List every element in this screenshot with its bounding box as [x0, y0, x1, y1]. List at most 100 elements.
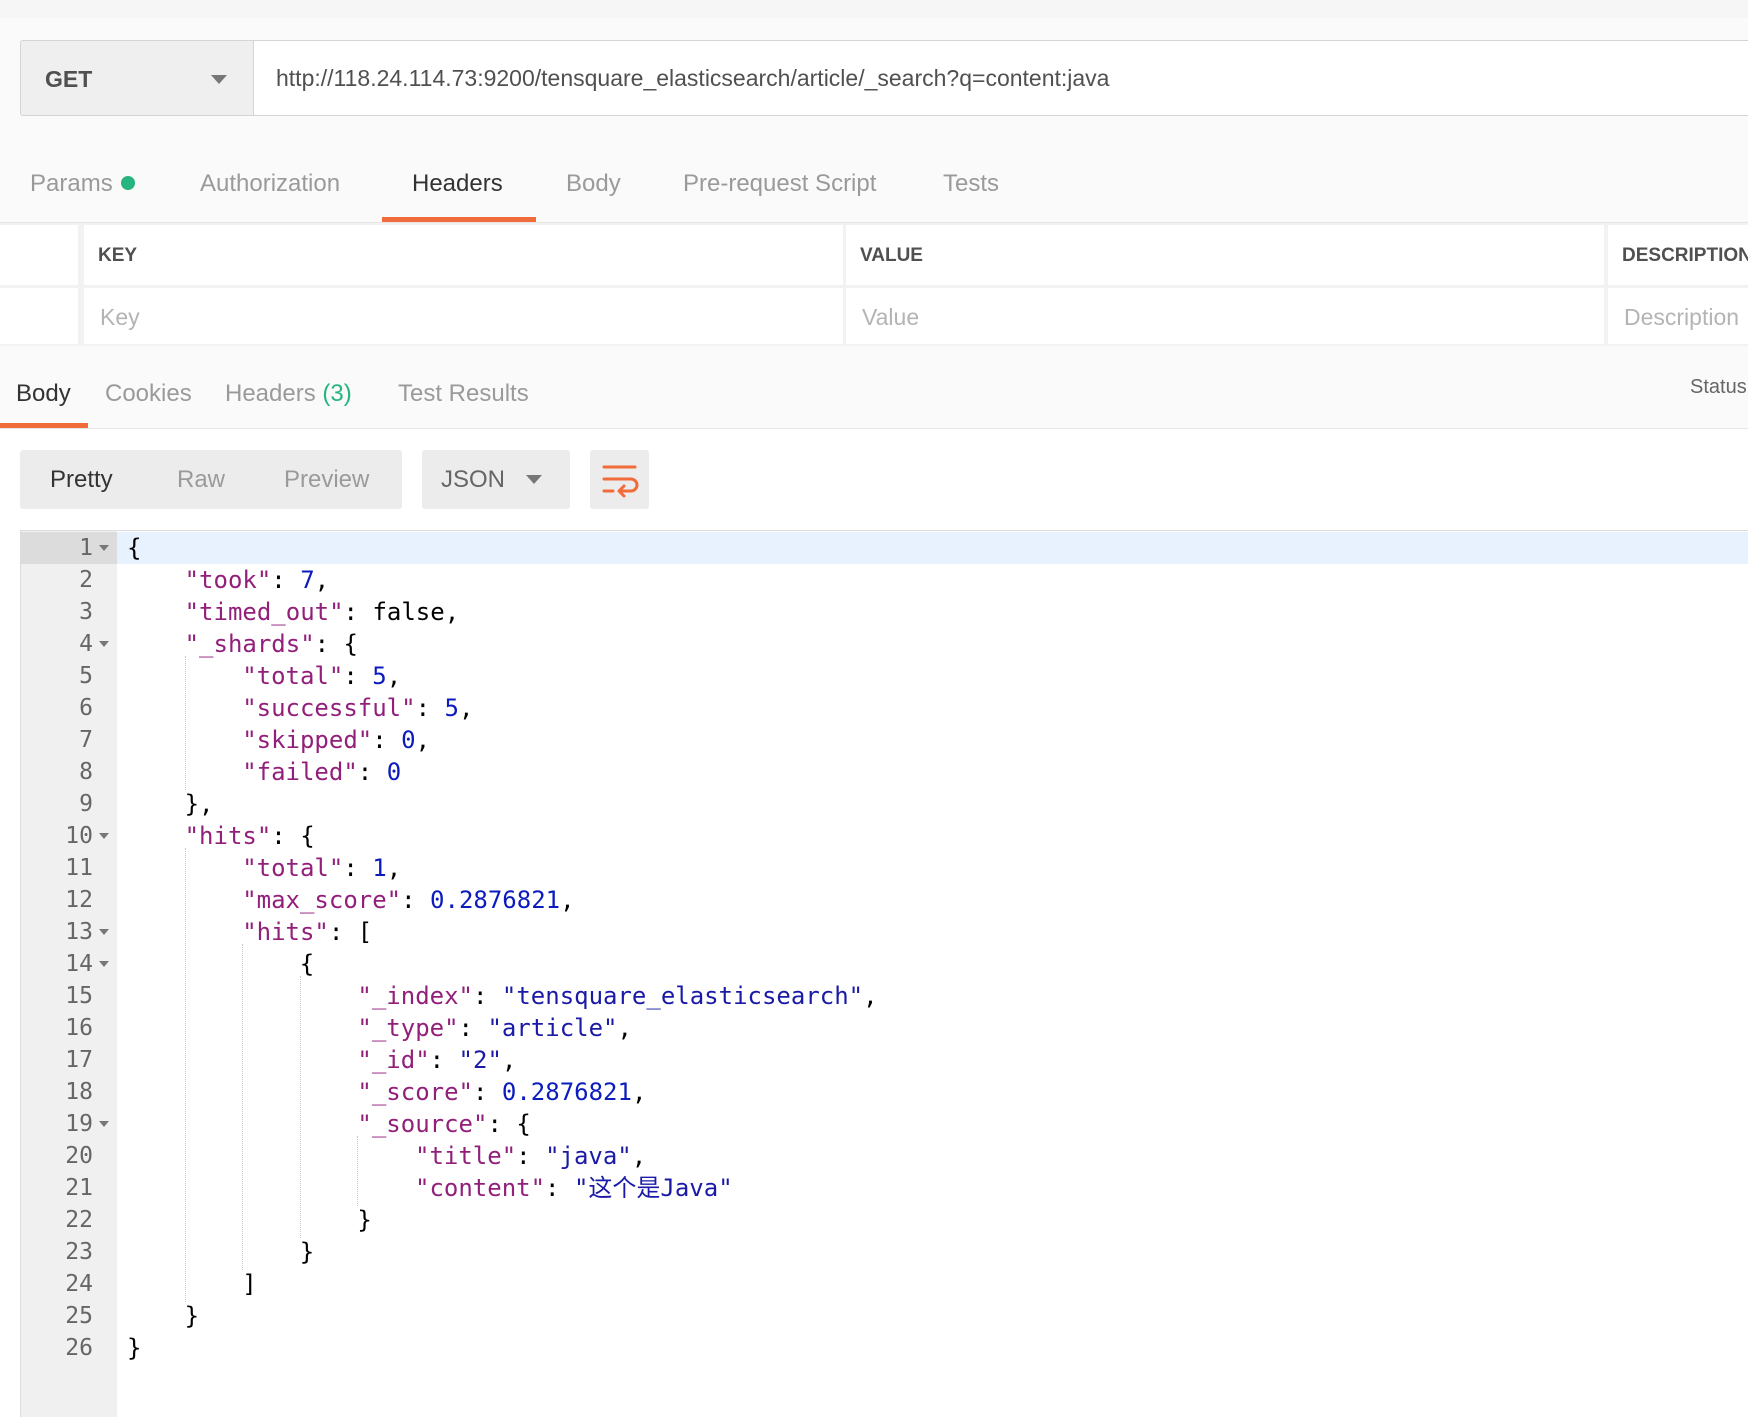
code-token: 5	[444, 694, 459, 722]
view-mode-group: Pretty Raw Preview	[20, 450, 402, 509]
wrap-lines-icon	[602, 465, 639, 498]
value-input[interactable]: Value	[846, 288, 1604, 344]
tab-pre-request-script[interactable]: Pre-request Script	[683, 170, 876, 198]
view-pretty-button[interactable]: Pretty	[50, 450, 113, 509]
code-token: : {	[271, 822, 315, 850]
code-text: "hits": [	[242, 916, 372, 948]
code-token: ,	[863, 982, 878, 1010]
key-input[interactable]: Key	[84, 288, 843, 344]
code-token: 5	[372, 662, 387, 690]
request-tabs: Params Authorization Headers Body Pre-re…	[0, 140, 1748, 223]
chevron-down-icon	[526, 475, 542, 484]
view-preview-button[interactable]: Preview	[284, 450, 369, 509]
code-token: ,	[458, 694, 474, 722]
code-token: :	[372, 726, 402, 754]
wrap-lines-button[interactable]	[590, 450, 649, 509]
method-dropdown[interactable]: GET	[20, 40, 253, 116]
code-token: :	[357, 758, 387, 786]
code-token: "hits"	[184, 822, 272, 850]
tab-authorization[interactable]: Authorization	[200, 170, 340, 198]
code-token: ,	[415, 726, 431, 754]
code-token: : {	[487, 1110, 531, 1138]
code-line: 23}	[21, 1236, 1748, 1268]
code-token: }	[184, 1302, 200, 1330]
code-token: "2"	[458, 1046, 502, 1074]
code-token: },	[184, 790, 214, 818]
code-text: "took": 7,	[185, 564, 330, 596]
code-token: "skipped"	[242, 726, 373, 754]
code-token: "took"	[184, 566, 272, 594]
code-line: 20 "title": "java",	[21, 1140, 1748, 1172]
tab-params[interactable]: Params	[30, 170, 135, 198]
code-token: ,	[631, 1142, 647, 1170]
tab-body[interactable]: Body	[566, 170, 621, 198]
view-raw-button[interactable]: Raw	[177, 450, 225, 509]
line-number: 13	[65, 919, 93, 945]
line-number: 4	[79, 631, 93, 657]
code-line: 11 "total": 1,	[21, 852, 1748, 884]
code-line: 9},	[21, 788, 1748, 820]
tab-response-headers[interactable]: Headers (3)	[225, 380, 352, 408]
code-text: "skipped": 0,	[242, 724, 430, 756]
code-line: 24]	[21, 1268, 1748, 1300]
code-line: 8 "failed": 0	[21, 756, 1748, 788]
fold-arrow-icon[interactable]	[99, 641, 109, 647]
description-input[interactable]: Description	[1608, 288, 1748, 344]
code-token: :	[516, 1142, 546, 1170]
tab-test-results[interactable]: Test Results	[398, 380, 529, 408]
code-token: {	[127, 534, 142, 562]
tab-headers[interactable]: Headers	[412, 170, 503, 198]
tab-response-body[interactable]: Body	[16, 380, 71, 408]
method-label: GET	[45, 66, 93, 92]
fold-arrow-icon[interactable]	[99, 1121, 109, 1127]
url-input[interactable]: http://118.24.114.73:9200/tensquare_elas…	[253, 40, 1748, 116]
code-text: "total": 1,	[242, 852, 401, 884]
code-token: 0	[386, 758, 402, 786]
code-line: 16 "_type": "article",	[21, 1012, 1748, 1044]
code-token: "title"	[415, 1142, 517, 1170]
code-token: "article"	[487, 1014, 618, 1042]
tab-response-cookies[interactable]: Cookies	[105, 380, 192, 408]
code-token: 7	[300, 566, 315, 594]
tab-response-headers-label: Headers	[225, 380, 316, 407]
fold-arrow-icon[interactable]	[99, 833, 109, 839]
fold-arrow-icon[interactable]	[99, 545, 109, 551]
code-token: 0	[401, 726, 416, 754]
code-text: "total": 5,	[242, 660, 401, 692]
code-line: 6 "successful": 5,	[21, 692, 1748, 724]
line-number: 15	[65, 983, 93, 1009]
line-number: 9	[79, 791, 93, 817]
code-line: 12 "max_score": 0.2876821,	[21, 884, 1748, 916]
row-checkbox-cell[interactable]	[0, 288, 78, 344]
code-token: :	[458, 1014, 488, 1042]
line-number: 18	[65, 1079, 93, 1105]
table-header-spacer	[0, 225, 78, 285]
line-number: 24	[65, 1271, 93, 1297]
code-text: ]	[242, 1268, 256, 1300]
top-strip	[0, 0, 1748, 19]
line-number: 3	[79, 599, 93, 625]
line-number: 19	[65, 1111, 93, 1137]
code-token: :	[472, 1078, 502, 1106]
response-tabs: Body Cookies Headers (3) Test Results St…	[0, 346, 1748, 429]
code-token: "_index"	[357, 982, 473, 1010]
code-token: :	[429, 1046, 459, 1074]
code-token: "_type"	[357, 1014, 459, 1042]
active-response-tab-underline	[0, 423, 88, 428]
fold-arrow-icon[interactable]	[99, 961, 109, 967]
params-indicator-dot-icon	[120, 176, 135, 190]
code-text: "title": "java",	[415, 1140, 646, 1172]
code-token: "_source"	[357, 1110, 488, 1138]
code-token: ]	[242, 1270, 257, 1298]
fold-arrow-icon[interactable]	[99, 929, 109, 935]
response-body-editor[interactable]: 1{2 "took": 7, 3 "timed_out": false, 4 "_shar…	[20, 530, 1748, 1417]
code-token: ,	[314, 566, 330, 594]
code-text: },	[185, 788, 214, 820]
code-line: 17 "_id": "2",	[21, 1044, 1748, 1076]
line-number: 14	[65, 951, 93, 977]
tab-tests[interactable]: Tests	[943, 170, 999, 198]
code-token: "timed_out"	[184, 598, 344, 626]
format-dropdown[interactable]: JSON	[422, 450, 570, 509]
code-token: : [	[328, 918, 373, 946]
code-line: 7 "skipped": 0,	[21, 724, 1748, 756]
